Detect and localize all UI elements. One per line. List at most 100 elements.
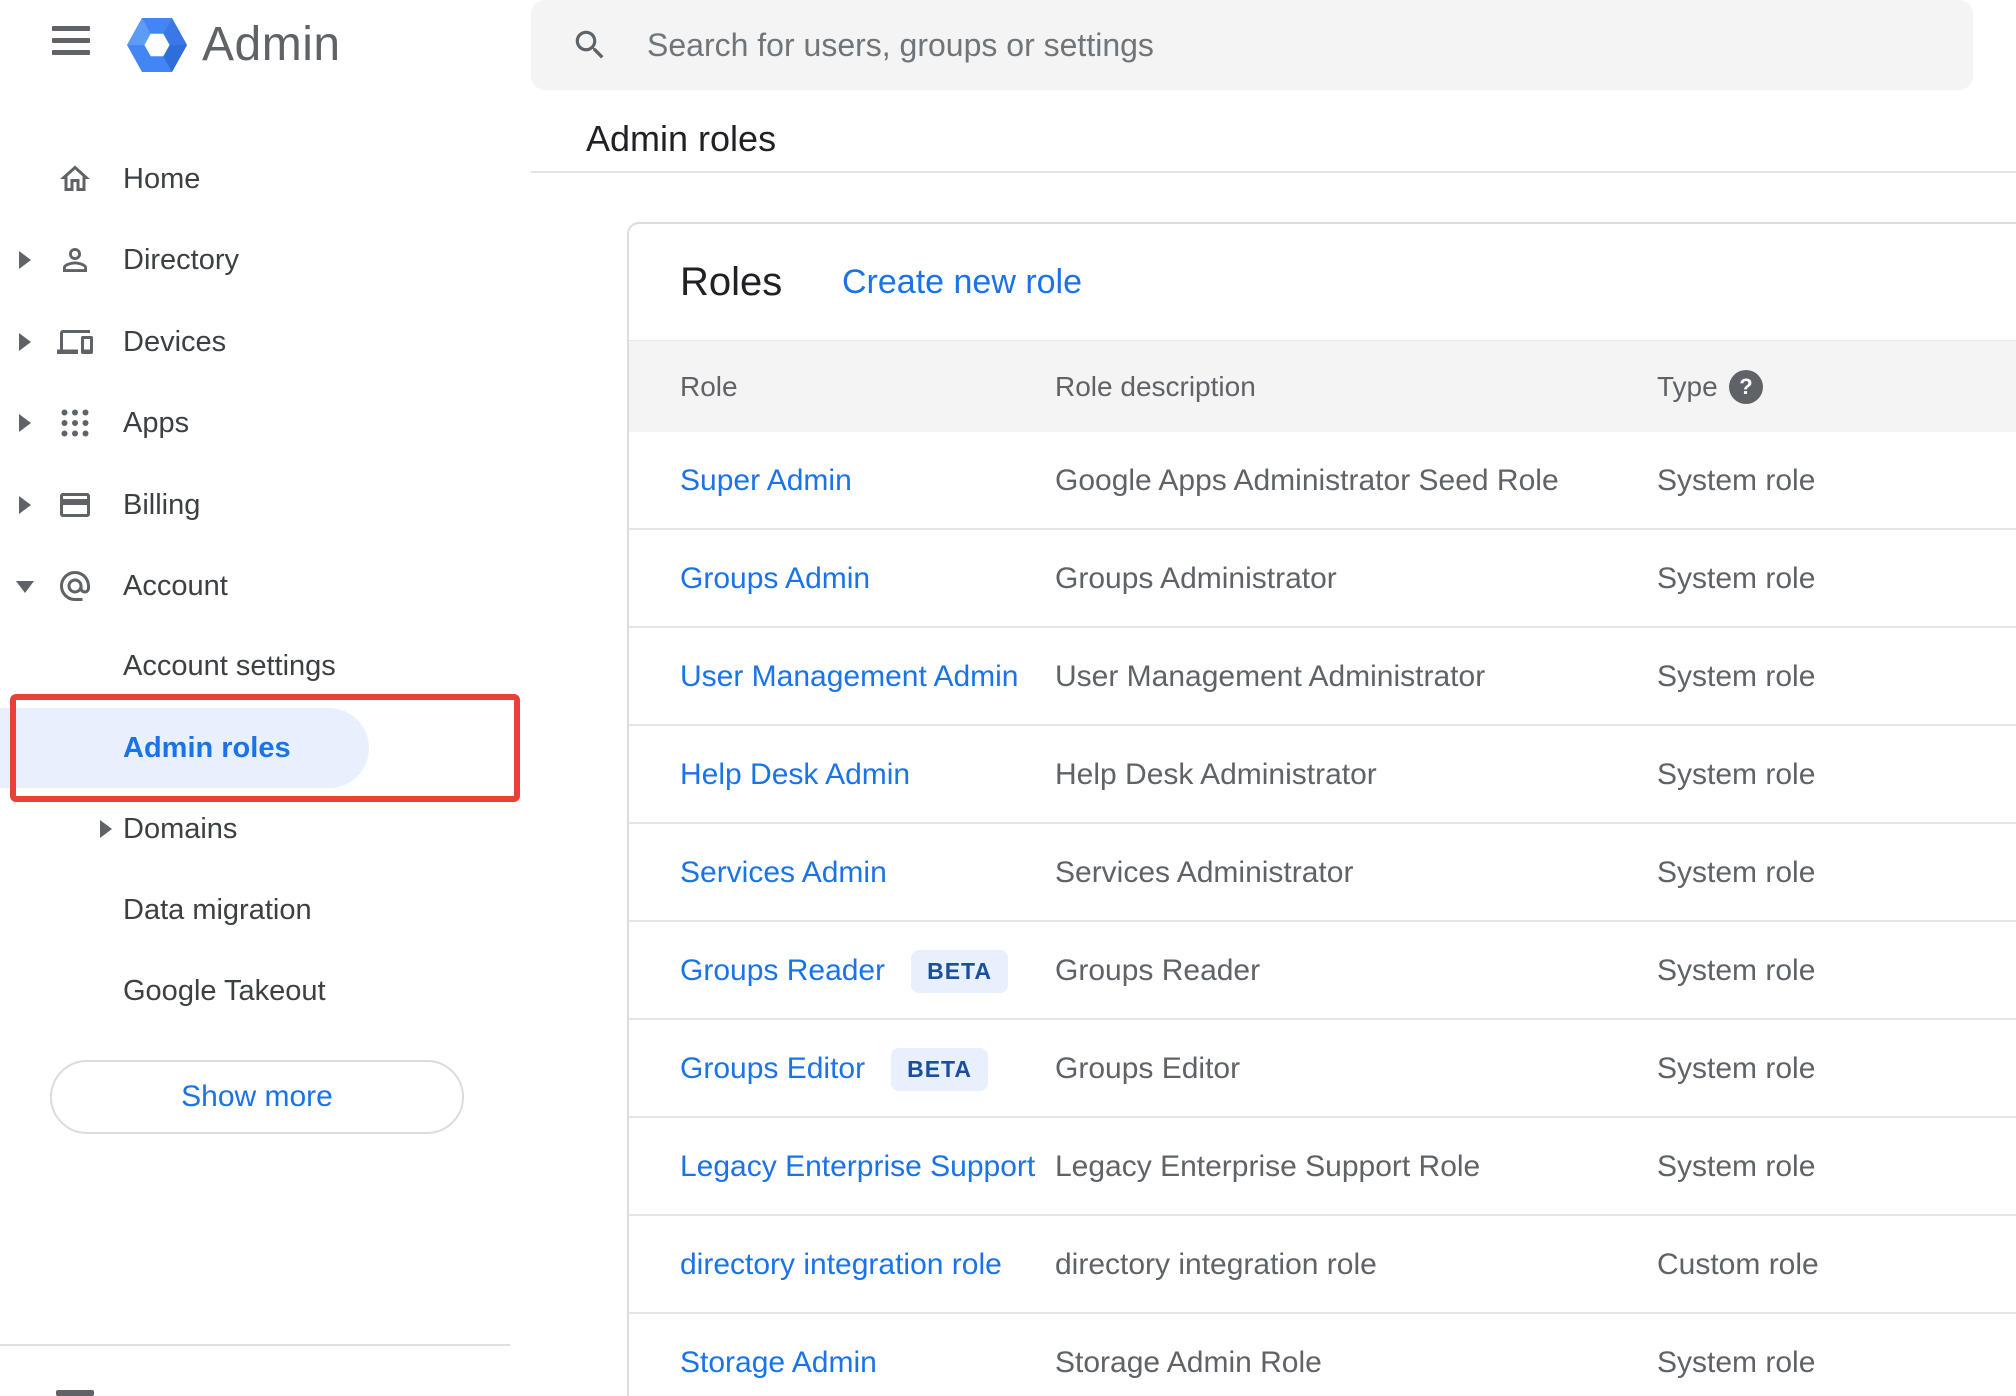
sidebar-item-admin-roles[interactable]: Admin roles [0, 708, 512, 788]
role-description: Services Administrator [1055, 856, 1354, 889]
column-header-type: Type [1657, 371, 1718, 402]
role-link[interactable]: Groups Editor [680, 1052, 865, 1086]
role-link[interactable]: Groups Reader [680, 954, 885, 988]
table-row: Groups Editor BETA Groups Editor System … [629, 1020, 2016, 1118]
roles-card: Roles Create new role Role Role descript… [627, 222, 2016, 1396]
role-link[interactable]: Help Desk Admin [680, 758, 910, 792]
role-type: System role [1657, 758, 1816, 791]
chevron-right-icon [19, 496, 31, 514]
search-input[interactable] [647, 0, 1927, 90]
role-type: System role [1657, 464, 1816, 497]
chevron-right-icon [19, 333, 31, 351]
role-description: Storage Admin Role [1055, 1346, 1322, 1379]
sidebar-item-account[interactable]: Account [0, 546, 512, 626]
search-icon [575, 30, 604, 59]
table-row: Help Desk Admin Help Desk Administrator … [629, 726, 2016, 824]
table-header-row: Role Role description Type ? [629, 340, 2016, 432]
sidebar-item-label: Apps [123, 407, 190, 439]
menu-icon[interactable] [52, 26, 90, 56]
column-header-description: Role description [1055, 371, 1256, 402]
apps-icon [61, 409, 89, 437]
sidebar-item-label: Google Takeout [123, 975, 326, 1007]
role-cell: directory integration role [680, 1216, 1002, 1314]
sidebar-item-google-takeout[interactable]: Google Takeout [0, 951, 512, 1031]
app-title: Admin [202, 18, 341, 71]
card-title: Roles [680, 260, 783, 304]
role-cell: User Management Admin [680, 628, 1019, 726]
role-type: System role [1657, 856, 1816, 889]
beta-badge: BETA [891, 1047, 988, 1091]
role-type: System role [1657, 954, 1816, 987]
role-description: Groups Reader [1055, 954, 1261, 987]
admin-logo-icon [127, 18, 187, 72]
table-row: Groups Reader BETA Groups Reader System … [629, 922, 2016, 1020]
table-row: User Management Admin User Management Ad… [629, 628, 2016, 726]
role-link[interactable]: Services Admin [680, 856, 887, 890]
role-link[interactable]: User Management Admin [680, 660, 1019, 694]
role-type: System role [1657, 1346, 1816, 1379]
role-description: Legacy Enterprise Support Role [1055, 1150, 1481, 1183]
role-description: directory integration role [1055, 1248, 1377, 1281]
role-type: System role [1657, 1150, 1816, 1183]
role-cell: Services Admin [680, 824, 887, 922]
sidebar-item-label: Admin roles [123, 732, 291, 764]
role-cell: Super Admin [680, 432, 852, 530]
help-icon[interactable]: ? [1729, 370, 1763, 404]
role-type: Custom role [1657, 1248, 1819, 1281]
role-cell: Groups Admin [680, 530, 870, 628]
table-row: directory integration role directory int… [629, 1216, 2016, 1314]
sidebar-item-label: Account [123, 570, 228, 602]
chevron-down-icon [16, 581, 34, 593]
role-type: System role [1657, 562, 1816, 595]
table-row: Legacy Enterprise Support Legacy Enterpr… [629, 1118, 2016, 1216]
sidebar-item-billing[interactable]: Billing [0, 465, 512, 545]
content-divider [531, 171, 2016, 173]
table-row: Services Admin Services Administrator Sy… [629, 824, 2016, 922]
chevron-right-icon [19, 251, 31, 269]
table-row: Storage Admin Storage Admin Role System … [629, 1314, 2016, 1396]
beta-badge: BETA [911, 949, 1009, 993]
sidebar-item-label: Billing [123, 489, 201, 521]
home-icon [60, 165, 90, 191]
sidebar-item-label: Devices [123, 326, 227, 358]
show-more-button[interactable]: Show more [50, 1060, 464, 1134]
roles-table-body: Super Admin Google Apps Administrator Se… [629, 432, 2016, 1396]
role-type: System role [1657, 660, 1816, 693]
sidebar-item-domains[interactable]: Domains [0, 789, 512, 869]
sidebar-item-label: Home [123, 163, 201, 195]
role-description: Help Desk Administrator [1055, 758, 1377, 791]
role-cell: Legacy Enterprise Support [680, 1118, 1035, 1216]
role-cell: Groups Reader BETA [680, 922, 1009, 1020]
role-description: Google Apps Administrator Seed Role [1055, 464, 1559, 497]
role-type: System role [1657, 1052, 1816, 1085]
role-cell: Groups Editor BETA [680, 1020, 988, 1118]
sidebar-item-label: Data migration [123, 894, 312, 926]
role-link[interactable]: Groups Admin [680, 562, 870, 596]
credit-card-icon [60, 493, 90, 517]
sidebar-item-label: Directory [123, 244, 240, 276]
sidebar-item-account-settings[interactable]: Account settings [0, 626, 512, 706]
person-icon [63, 248, 87, 272]
sidebar: Admin Home Directory Devices Apps Billin… [0, 0, 530, 1396]
at-sign-icon [60, 571, 90, 601]
role-description: Groups Editor [1055, 1052, 1241, 1085]
role-cell: Storage Admin [680, 1314, 877, 1396]
role-link[interactable]: Legacy Enterprise Support [680, 1150, 1035, 1184]
chevron-right-icon [100, 820, 112, 838]
search-bar [531, 0, 1973, 90]
sidebar-item-home[interactable]: Home [0, 139, 512, 219]
role-description: Groups Administrator [1055, 562, 1337, 595]
role-link[interactable]: directory integration role [680, 1248, 1002, 1282]
sidebar-item-data-migration[interactable]: Data migration [0, 870, 512, 950]
devices-icon [57, 330, 93, 354]
role-link[interactable]: Super Admin [680, 464, 852, 498]
role-link[interactable]: Storage Admin [680, 1346, 877, 1380]
sidebar-divider [0, 1344, 510, 1346]
sidebar-item-label: Account settings [123, 650, 336, 682]
sidebar-item-devices[interactable]: Devices [0, 302, 512, 382]
role-cell: Help Desk Admin [680, 726, 910, 824]
sidebar-item-apps[interactable]: Apps [0, 383, 512, 463]
create-new-role-link[interactable]: Create new role [842, 224, 1082, 340]
table-row: Groups Admin Groups Administrator System… [629, 530, 2016, 628]
sidebar-item-directory[interactable]: Directory [0, 220, 512, 300]
